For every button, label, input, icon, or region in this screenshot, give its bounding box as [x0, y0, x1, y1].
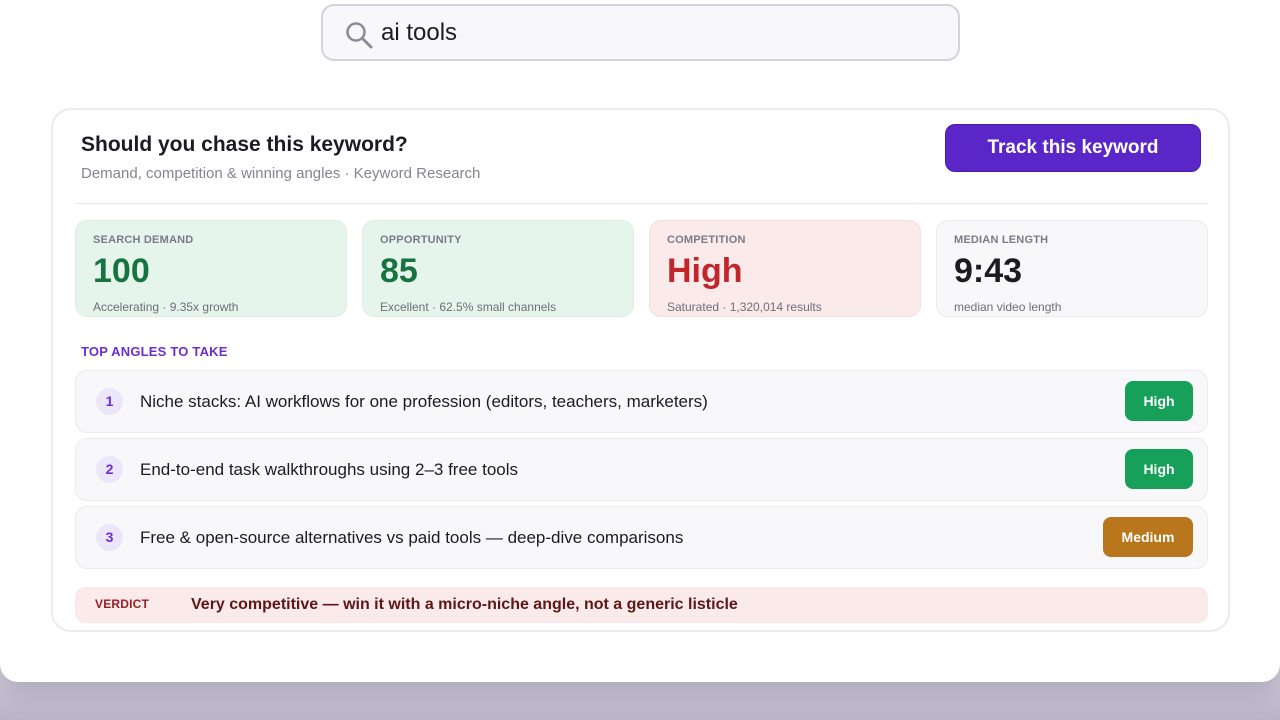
metric-value: 100 [93, 252, 150, 290]
metric-value: High [667, 252, 743, 290]
metric-opportunity: OPPORTUNITY 85 Excellent · 62.5% small c… [362, 220, 634, 317]
keyword-card: Should you chase this keyword? Demand, c… [51, 108, 1230, 632]
metric-subtext: median video length [954, 300, 1062, 314]
verdict-label: VERDICT [95, 597, 150, 611]
metric-subtext: Accelerating · 9.35x growth [93, 300, 239, 314]
app-window: Should you chase this keyword? Demand, c… [0, 0, 1280, 682]
search-input[interactable] [381, 6, 941, 59]
angle-number: 3 [96, 524, 123, 551]
metric-label: OPPORTUNITY [380, 234, 462, 246]
card-title: Should you chase this keyword? [81, 133, 408, 156]
priority-badge: High [1125, 381, 1193, 421]
metric-label: SEARCH DEMAND [93, 234, 194, 246]
angle-item[interactable]: 1 Niche stacks: AI workflows for one pro… [75, 370, 1208, 433]
angle-item[interactable]: 3 Free & open-source alternatives vs pai… [75, 506, 1208, 569]
metric-value: 85 [380, 252, 418, 290]
metric-subtext: Saturated · 1,320,014 results [667, 300, 822, 314]
metric-median-length: MEDIAN LENGTH 9:43 median video length [936, 220, 1208, 317]
angle-number: 1 [96, 388, 123, 415]
metric-search-demand: SEARCH DEMAND 100 Accelerating · 9.35x g… [75, 220, 347, 317]
metric-competition: COMPETITION High Saturated · 1,320,014 r… [649, 220, 921, 317]
angles-section-title: TOP ANGLES TO TAKE [81, 344, 228, 359]
priority-badge: High [1125, 449, 1193, 489]
metric-subtext: Excellent · 62.5% small channels [380, 300, 557, 314]
divider [75, 203, 1208, 204]
angle-number: 2 [96, 456, 123, 483]
metric-value: 9:43 [954, 252, 1023, 290]
metric-label: COMPETITION [667, 234, 746, 246]
priority-badge: Medium [1103, 517, 1193, 557]
card-subtitle: Demand, competition & winning angles · K… [81, 165, 481, 182]
verdict-text: Very competitive — win it with a micro-n… [191, 596, 738, 613]
angle-item[interactable]: 2 End-to-end task walkthroughs using 2–3… [75, 438, 1208, 501]
angle-text: End-to-end task walkthroughs using 2–3 f… [140, 460, 519, 479]
metric-label: MEDIAN LENGTH [954, 234, 1049, 246]
angle-text: Free & open-source alternatives vs paid … [140, 528, 684, 547]
search-icon [346, 22, 373, 49]
verdict-banner: VERDICT Very competitive — win it with a… [75, 587, 1208, 623]
search-bar[interactable] [321, 4, 960, 61]
angle-text: Niche stacks: AI workflows for one profe… [140, 392, 708, 411]
track-keyword-button[interactable]: Track this keyword [945, 124, 1201, 172]
